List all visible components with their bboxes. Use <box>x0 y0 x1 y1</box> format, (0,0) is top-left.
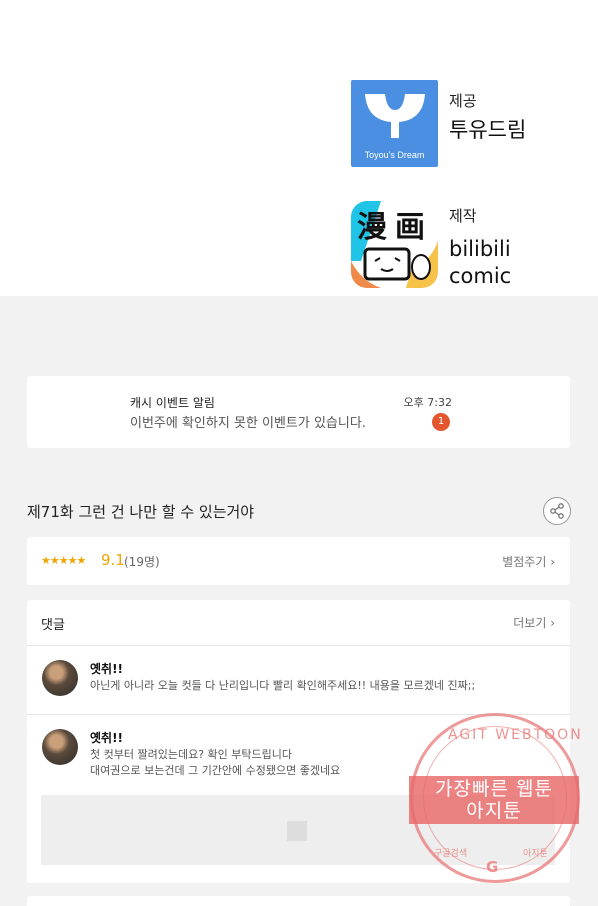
divider <box>27 645 570 646</box>
share-button[interactable] <box>543 497 571 525</box>
watermark-band: 가장빠른 웹툰 아지툰 <box>409 776 579 824</box>
svg-text:画: 画 <box>395 210 425 245</box>
watermark-bottom-right: 아지툰 <box>523 849 548 859</box>
comment-text: 아닌게 아니라 오늘 컷들 다 난리입니다 빨리 확인해주세요!! 내용을 모르… <box>90 679 476 692</box>
rate-button[interactable]: 별점주기 › <box>502 553 555 570</box>
avatar[interactable] <box>42 729 78 765</box>
episode-title: 제71화 그런 건 나만 할 수 있는거야 <box>27 503 255 521</box>
producer-label: 제작 <box>449 207 477 225</box>
notification-card[interactable]: 캐시 이벤트 알림 이번주에 확인하지 못한 이벤트가 있습니다. 오후 7:3… <box>27 376 570 448</box>
producer-name-line1: bilibili <box>449 237 511 261</box>
comments-more-link[interactable]: 더보기 › <box>513 614 555 631</box>
sprout-icon <box>365 94 425 138</box>
share-icon <box>550 503 564 519</box>
notification-message: 이번주에 확인하지 못한 이벤트가 있습니다. <box>130 416 366 431</box>
notification-time: 오후 7:32 <box>403 396 452 409</box>
next-card <box>27 896 570 906</box>
watermark-bottom-left: 구글검색 <box>434 849 468 859</box>
provider-name: 투유드림 <box>449 118 527 142</box>
comment-text-line2: 대여권으로 보는건데 그 기간안에 수정됐으면 좋겠네요 <box>90 764 341 777</box>
rating-score: 9.1 <box>101 551 125 569</box>
watermark-arc-text: AGIT WEBTOON <box>448 727 583 743</box>
notification-title: 캐시 이벤트 알림 <box>130 396 215 410</box>
avatar[interactable] <box>42 660 78 696</box>
comment-user[interactable]: 옛취!! <box>90 660 123 677</box>
image-placeholder-icon <box>287 821 307 841</box>
comments-header: 댓글 <box>41 618 65 633</box>
rating-stars: ★★★★★ <box>41 554 86 567</box>
provider-label: 제공 <box>449 92 477 110</box>
toyous-dream-logo: Toyou's Dream <box>351 80 438 167</box>
watermark-band-line1: 가장빠른 웹툰 <box>435 778 553 800</box>
svg-text:漫: 漫 <box>357 210 387 245</box>
notification-badge: 1 <box>432 413 450 431</box>
provider-logo-text: Toyou's Dream <box>364 150 425 160</box>
rating-card: ★★★★★ 9.1 (19명) 별점주기 › <box>27 537 570 585</box>
credits-section: Toyou's Dream 제공 투유드림 漫 画 제작 bilibili co… <box>0 0 598 296</box>
comment-text: 첫 컷부터 짤려있는데요? 확인 부탁드립니다 <box>90 748 292 761</box>
producer-name-line2: comic <box>449 264 512 288</box>
bilibili-comic-logo: 漫 画 <box>351 201 438 288</box>
watermark-band-line2: 아지툰 <box>466 800 522 822</box>
google-g-icon: G <box>486 858 501 876</box>
comment-user[interactable]: 옛취!! <box>90 729 123 746</box>
rating-votes: (19명) <box>124 555 160 569</box>
